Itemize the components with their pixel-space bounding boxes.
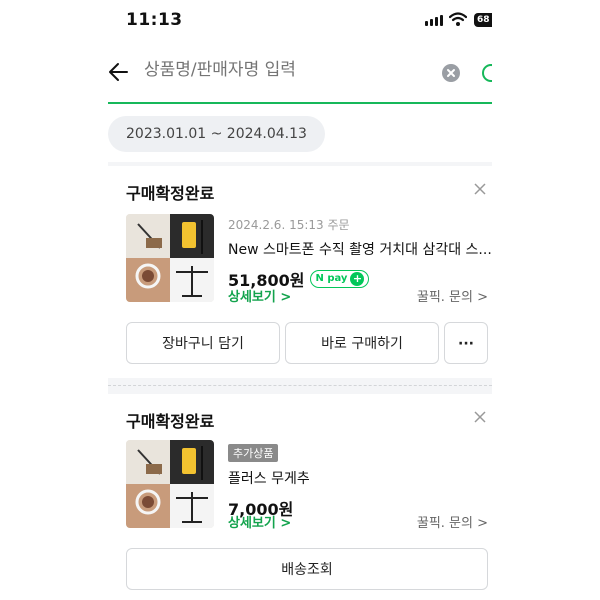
date-filter-bar: 2023.01.01 ~ 2024.04.13	[108, 104, 492, 162]
order-card: 구매확정완료 2024.2.6. 15:13 주문 New 스마트폰 수직 촬영…	[108, 166, 492, 378]
close-icon[interactable]	[474, 411, 486, 423]
battery-icon: 68	[474, 13, 492, 27]
status-time: 11:13	[126, 10, 183, 30]
detail-link[interactable]: 상세보기 >	[228, 512, 291, 531]
wifi-icon	[449, 12, 467, 26]
order-status: 구매확정완료	[126, 412, 215, 431]
order-status: 구매확정완료	[126, 184, 215, 203]
more-icon[interactable]: ···	[444, 322, 488, 364]
order-date: 2024.2.6. 15:13 주문	[228, 218, 350, 232]
product-title[interactable]: New 스마트폰 수직 촬영 거치대 삼각대 스...	[228, 239, 492, 259]
back-arrow-icon[interactable]	[108, 62, 128, 82]
order-info: 추가상품 플러스 무게추 7,000원	[228, 442, 310, 520]
detail-link[interactable]: 상세보기 >	[228, 286, 291, 305]
app-screen: 11:13 68 2023.01.01 ~ 2024.04.13 구매확정완료	[108, 0, 492, 600]
search-bar	[108, 42, 492, 104]
signal-icon	[425, 15, 443, 26]
buy-now-button[interactable]: 바로 구매하기	[285, 322, 439, 364]
close-icon[interactable]	[474, 183, 486, 195]
plus-icon: +	[350, 272, 365, 286]
search-input[interactable]	[144, 60, 424, 80]
search-icon[interactable]	[482, 64, 492, 82]
card-divider	[108, 380, 492, 390]
add-to-cart-button[interactable]: 장바구니 담기	[126, 322, 280, 364]
order-card: 구매확정완료 추가상품 플러스 무게추 7,000원 상세보기 > 꿀픽. 문의…	[108, 394, 492, 600]
add-on-badge: 추가상품	[228, 444, 279, 462]
product-thumbnail[interactable]	[126, 214, 214, 302]
npay-badge: N pay +	[310, 270, 370, 288]
inquiry-link[interactable]: 꿀픽. 문의 >	[417, 512, 488, 531]
status-bar: 11:13 68	[108, 0, 492, 42]
date-range-chip[interactable]: 2023.01.01 ~ 2024.04.13	[108, 116, 325, 152]
product-title[interactable]: 플러스 무게추	[228, 468, 310, 488]
track-delivery-button[interactable]: 배송조회	[126, 548, 488, 590]
npay-label: N pay	[315, 273, 348, 284]
order-info: 2024.2.6. 15:13 주문 New 스마트폰 수직 촬영 거치대 삼각…	[228, 216, 492, 291]
product-thumbnail[interactable]	[126, 440, 214, 528]
inquiry-link[interactable]: 꿀픽. 문의 >	[417, 286, 488, 305]
clear-icon[interactable]	[442, 64, 460, 82]
